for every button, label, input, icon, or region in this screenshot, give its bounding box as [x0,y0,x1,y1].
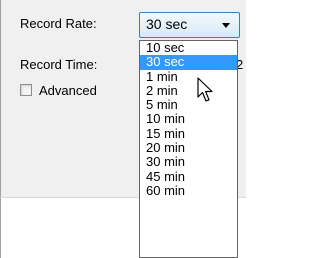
dropdown-option[interactable]: 10 sec [140,40,237,55]
chevron-down-icon[interactable] [222,23,230,28]
advanced-label[interactable]: Advanced [39,83,97,98]
record-rate-dropdown-list[interactable]: 10 sec 30 sec 1 min 2 min 5 min 10 min 1… [139,40,238,258]
dropdown-option[interactable]: 2 min [140,83,237,98]
record-rate-label: Record Rate: [20,16,97,31]
dropdown-option[interactable]: 15 min [140,126,237,141]
dropdown-option[interactable]: 30 min [140,155,237,169]
dropdown-option[interactable]: 20 min [140,140,237,155]
record-rate-value: 30 sec [146,16,188,32]
arrow-cursor-icon [197,77,213,102]
dropdown-option[interactable]: 45 min [140,169,237,184]
dropdown-option[interactable]: 5 min [140,98,237,112]
advanced-checkbox[interactable] [20,84,32,96]
dropdown-option-selected[interactable]: 30 sec [140,55,237,70]
dropdown-option[interactable]: 60 min [140,183,237,198]
left-border [0,0,1,258]
dropdown-option[interactable]: 1 min [140,69,237,84]
dropdown-option[interactable]: 10 min [140,112,237,126]
record-rate-select[interactable]: 30 sec [139,12,240,38]
record-time-label: Record Time: [20,57,98,72]
